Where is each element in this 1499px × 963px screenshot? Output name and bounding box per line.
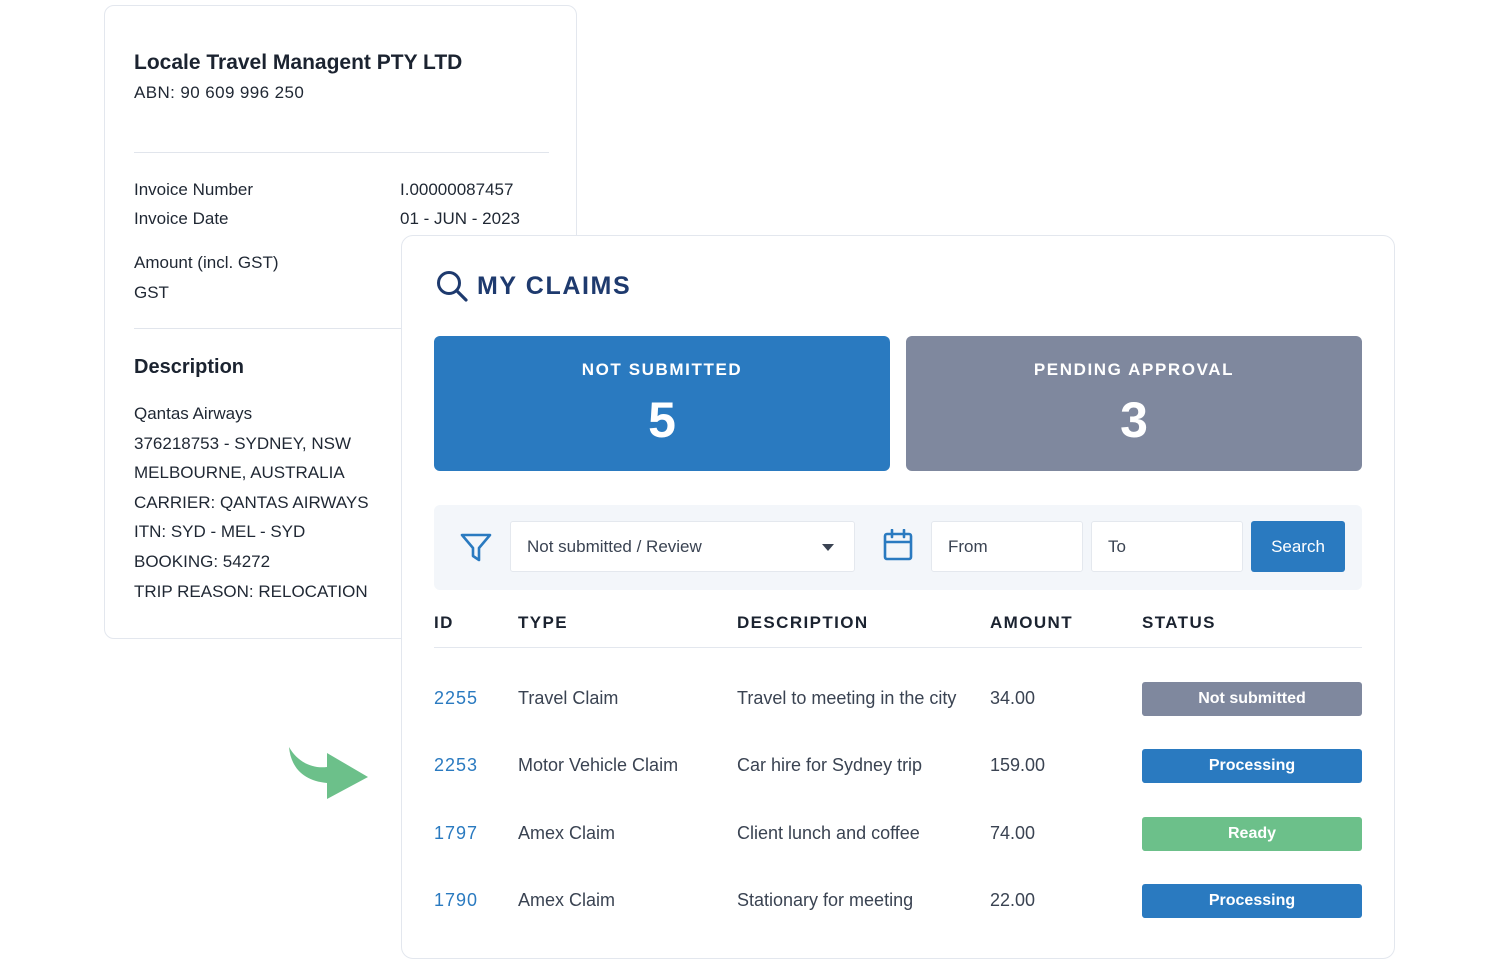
claim-id-link[interactable]: 2253: [434, 755, 478, 776]
claim-amount: 159.00: [990, 755, 1046, 775]
status-badge: Processing: [1142, 884, 1362, 918]
claim-type: Amex Claim: [518, 823, 616, 843]
status-badge: Ready: [1142, 817, 1362, 851]
table-row[interactable]: 2255 Travel Claim Travel to meeting in t…: [402, 682, 1396, 716]
invoice-number-label: Invoice Number: [134, 180, 254, 199]
status-filter-select[interactable]: Not submitted / Review: [510, 521, 855, 572]
claim-type: Amex Claim: [518, 890, 616, 910]
stat-label: PENDING APPROVAL: [1033, 360, 1235, 379]
invoice-description-title: Description: [134, 356, 245, 378]
invoice-description-line: 376218753 - SYDNEY, NSW: [134, 433, 352, 453]
invoice-company-name: Locale Travel Managent PTY LTD: [134, 51, 463, 74]
stat-count: 5: [648, 392, 676, 448]
column-header-description[interactable]: DESCRIPTION: [737, 613, 869, 633]
claim-description: Stationary for meeting: [737, 890, 914, 910]
from-date-input[interactable]: [931, 521, 1083, 572]
status-filter-value: Not submitted / Review: [527, 537, 702, 556]
claim-amount: 74.00: [990, 823, 1036, 843]
claim-description: Travel to meeting in the city: [737, 688, 957, 708]
claim-type: Motor Vehicle Claim: [518, 755, 679, 775]
claim-amount: 22.00: [990, 890, 1036, 910]
invoice-description-line: Qantas Airways: [134, 404, 253, 423]
invoice-description-line: MELBOURNE, AUSTRALIA: [134, 463, 345, 483]
my-claims-panel: MY CLAIMS NOT SUBMITTED 5 PENDING APPROV…: [401, 235, 1395, 959]
search-button[interactable]: Search: [1251, 521, 1345, 572]
column-header-type[interactable]: TYPE: [518, 613, 568, 633]
invoice-gst-label: GST: [134, 283, 169, 302]
stat-card-pending-approval[interactable]: PENDING APPROVAL 3: [906, 336, 1362, 471]
invoice-abn: ABN: 90 609 996 250: [134, 83, 305, 102]
claim-amount: 34.00: [990, 688, 1036, 708]
status-badge: Not submitted: [1142, 682, 1362, 716]
status-badge: Processing: [1142, 749, 1362, 783]
stage: Locale Travel Managent PTY LTD ABN: 90 6…: [0, 0, 1499, 963]
stat-count: 3: [1120, 392, 1148, 448]
invoice-date-value: 01 - JUN - 2023: [400, 209, 520, 228]
invoice-number-value: I.00000087457: [400, 180, 514, 199]
claim-description: Car hire for Sydney trip: [737, 755, 923, 775]
invoice-date-label: Invoice Date: [134, 209, 229, 228]
column-header-status[interactable]: STATUS: [1142, 613, 1216, 633]
column-header-id[interactable]: ID: [434, 613, 454, 633]
stat-card-not-submitted[interactable]: NOT SUBMITTED 5: [434, 336, 890, 471]
invoice-amount-label: Amount (incl. GST): [134, 253, 279, 272]
claim-id-link[interactable]: 2255: [434, 688, 478, 709]
claim-type: Travel Claim: [518, 688, 619, 708]
filter-icon: [460, 533, 492, 562]
invoice-description-list: Qantas Airways 376218753 - SYDNEY, NSW M…: [134, 399, 369, 606]
claims-header: MY CLAIMS: [435, 269, 631, 303]
table-row[interactable]: 2253 Motor Vehicle Claim Car hire for Sy…: [402, 749, 1396, 783]
invoice-description-line: ITN: SYD - MEL - SYD: [134, 522, 306, 542]
invoice-description-line: BOOKING: 54272: [134, 551, 271, 571]
table-row[interactable]: 1790 Amex Claim Stationary for meeting 2…: [402, 884, 1396, 918]
invoice-description-line: CARRIER: QANTAS AIRWAYS: [134, 492, 369, 512]
filter-bar: Not submitted / Review Search: [434, 505, 1362, 590]
column-header-amount[interactable]: AMOUNT: [990, 613, 1073, 633]
claim-description: Client lunch and coffee: [737, 823, 920, 843]
invoice-description-line: TRIP REASON: RELOCATION: [134, 581, 368, 601]
stat-label: NOT SUBMITTED: [581, 360, 743, 379]
calendar-icon[interactable]: [883, 529, 913, 561]
to-date-input[interactable]: [1091, 521, 1243, 572]
table-divider: [434, 647, 1362, 648]
claim-id-link[interactable]: 1790: [434, 890, 478, 911]
curved-arrow-icon: [289, 747, 368, 799]
search-icon: [437, 271, 468, 302]
claim-id-link[interactable]: 1797: [434, 823, 478, 844]
invoice-divider: [134, 152, 549, 153]
page-title: MY CLAIMS: [477, 271, 632, 300]
chevron-down-icon: [822, 544, 834, 551]
table-row[interactable]: 1797 Amex Claim Client lunch and coffee …: [402, 817, 1396, 851]
